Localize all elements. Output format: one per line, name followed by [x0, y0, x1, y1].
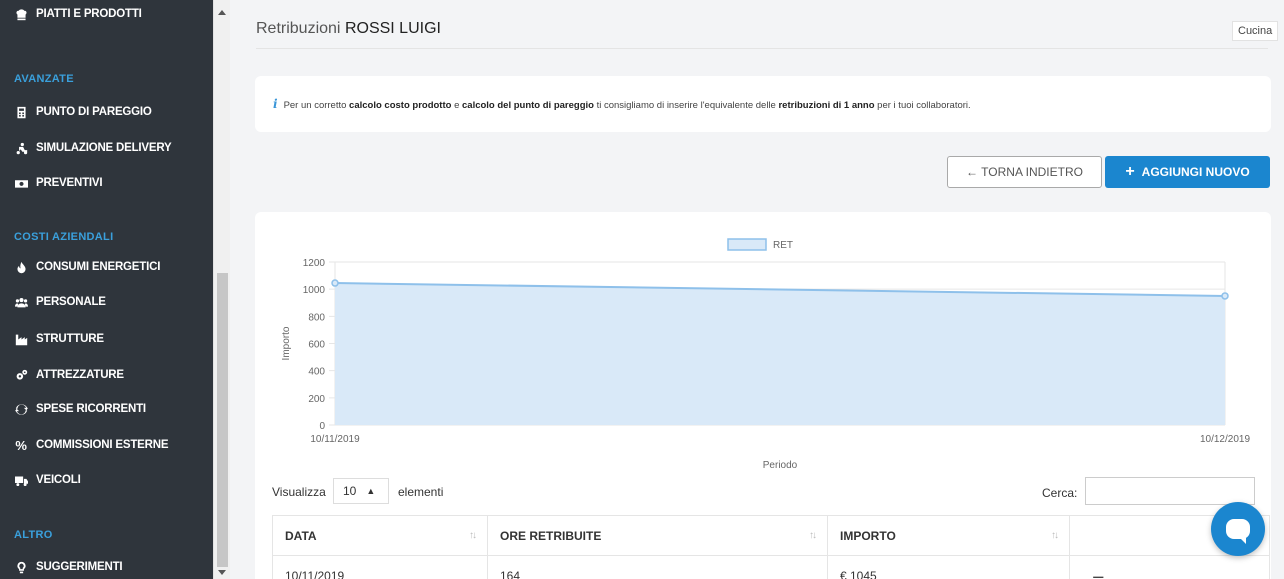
x-tick-label: 10/12/2019 — [1200, 434, 1250, 445]
sort-icon: ↑↓ — [1051, 530, 1059, 541]
sidebar-item-piatti-prodotti[interactable]: PIATTI E PRODOTTI — [14, 4, 142, 24]
add-new-label: AGGIUNGI NUOVO — [1141, 165, 1250, 179]
cell-importo: € 1045 — [827, 555, 1070, 579]
legend-label: RET — [773, 240, 793, 251]
plus-icon: + — [1125, 163, 1135, 180]
cogs-icon — [14, 368, 28, 382]
y-tick-label: 0 — [319, 421, 325, 432]
users-icon — [14, 295, 28, 309]
info-icon: i — [273, 97, 278, 111]
scroll-thumb[interactable] — [217, 273, 228, 567]
x-axis-label: Periodo — [763, 460, 798, 471]
industry-icon — [14, 332, 28, 346]
sidebar-item-suggerimenti[interactable]: SUGGERIMENTI — [14, 557, 123, 577]
y-tick-label: 600 — [308, 340, 325, 351]
scroll-down-icon[interactable] — [218, 570, 226, 575]
chart: 0 200 400 600 800 1000 1200 10/11/2019 10/12/201… — [281, 238, 1250, 471]
search-label: Cerca: — [1042, 486, 1078, 500]
sidebar-item-attrezzature[interactable]: ATTREZZATURE — [14, 365, 124, 385]
sync-icon — [14, 402, 28, 416]
add-new-button[interactable]: + AGGIUNGI NUOVO — [1105, 156, 1270, 188]
sidebar: PIATTI E PRODOTTI AVANZATE PUNTO DI PARE… — [0, 0, 213, 579]
section-title-avanzate: AVANZATE — [14, 73, 74, 85]
legend-swatch — [727, 238, 767, 251]
lightbulb-icon — [14, 560, 28, 574]
sort-icon: ↑↓ — [809, 530, 817, 541]
sidebar-item-spese-ricorrenti[interactable]: SPESE RICORRENTI — [14, 399, 146, 419]
sidebar-item-consumi-energetici[interactable]: CONSUMI ENERGETICI — [14, 257, 160, 277]
cell-data: 10/11/2019 — [272, 555, 488, 579]
sort-icon: ↑↓ — [469, 530, 477, 541]
sidebar-item-simulazione-delivery[interactable]: SIMULAZIONE DELIVERY — [14, 138, 172, 158]
select-arrows-icon: ▲︎ — [366, 486, 376, 496]
data-point — [1221, 292, 1229, 300]
y-tick-label: 800 — [308, 312, 325, 323]
chef-hat-icon — [14, 7, 28, 21]
y-tick-label: 1000 — [303, 285, 326, 296]
column-header-importo[interactable]: IMPORTO ↑↓ — [827, 515, 1070, 556]
sidebar-item-punto-pareggio[interactable]: PUNTO DI PAREGGIO — [14, 102, 152, 122]
header-divider — [256, 48, 1268, 49]
fire-icon — [14, 260, 28, 274]
data-point — [331, 279, 339, 287]
table-header-row: DATA ↑↓ ORE RETRIBUITE ↑↓ IMPORTO ↑↓ — [272, 515, 1270, 556]
delivery-icon — [14, 141, 28, 155]
percent-icon: % — [15, 437, 27, 453]
entries-per-page-select[interactable]: 10 ▲︎ — [333, 478, 389, 504]
sidebar-item-preventivi[interactable]: PREVENTIVI — [14, 173, 103, 193]
chat-button[interactable] — [1211, 502, 1265, 556]
employee-name: ROSSI LUIGI — [344, 20, 441, 37]
cell-actions[interactable]: ☰ — [1069, 555, 1270, 579]
y-tick-label: 400 — [308, 367, 325, 378]
column-header-ore[interactable]: ORE RETRIBUITE ↑↓ — [487, 515, 828, 556]
info-message: i Per un corretto calcolo costo prodotto … — [273, 97, 971, 111]
cell-ore: 164 — [487, 555, 828, 579]
info-card: i Per un corretto calcolo costo prodotto … — [255, 76, 1271, 132]
truck-icon — [14, 473, 28, 487]
back-button[interactable]: ← TORNA INDIETRO — [947, 156, 1102, 188]
row-menu-icon[interactable]: ☰ — [1092, 574, 1105, 579]
money-icon — [14, 176, 28, 190]
show-entries-label: Visualizza — [272, 485, 326, 499]
scroll-up-icon[interactable] — [218, 10, 226, 15]
department-badge: Cucina — [1232, 21, 1279, 41]
section-title-altro: ALTRO — [14, 529, 53, 541]
calculator-icon — [14, 105, 28, 119]
table-row: 10/11/2019 164 € 1045 ☰ — [272, 555, 1270, 579]
column-header-data[interactable]: DATA ↑↓ — [272, 515, 488, 556]
search-input[interactable] — [1085, 477, 1255, 505]
page-title-prefix: Retribuzioni — [256, 20, 341, 37]
chat-icon — [1226, 519, 1250, 544]
y-tick-label: 200 — [308, 394, 325, 405]
sidebar-item-strutture[interactable]: STRUTTURE — [14, 329, 104, 349]
sidebar-item-veicoli[interactable]: VEICOLI — [14, 470, 81, 490]
y-tick-label: 1200 — [303, 258, 326, 269]
sidebar-scrollbar[interactable] — [213, 0, 230, 579]
section-title-costi-aziendali: COSTI AZIENDALI — [14, 231, 114, 243]
x-tick-label: 10/11/2019 — [310, 434, 360, 445]
sidebar-item-commissioni-esterne[interactable]: % COMMISSIONI ESTERNE — [14, 435, 168, 455]
sidebar-item-personale[interactable]: PERSONALE — [14, 292, 106, 312]
y-axis-label: Importo — [281, 326, 292, 360]
elements-label: elementi — [398, 485, 444, 499]
salary-table: DATA ↑↓ ORE RETRIBUITE ↑↓ IMPORTO ↑↓ 10/11/… — [272, 515, 1270, 579]
page-title: Retribuzioni ROSSI LUIGI — [256, 20, 441, 38]
series-area-ret — [335, 283, 1225, 425]
